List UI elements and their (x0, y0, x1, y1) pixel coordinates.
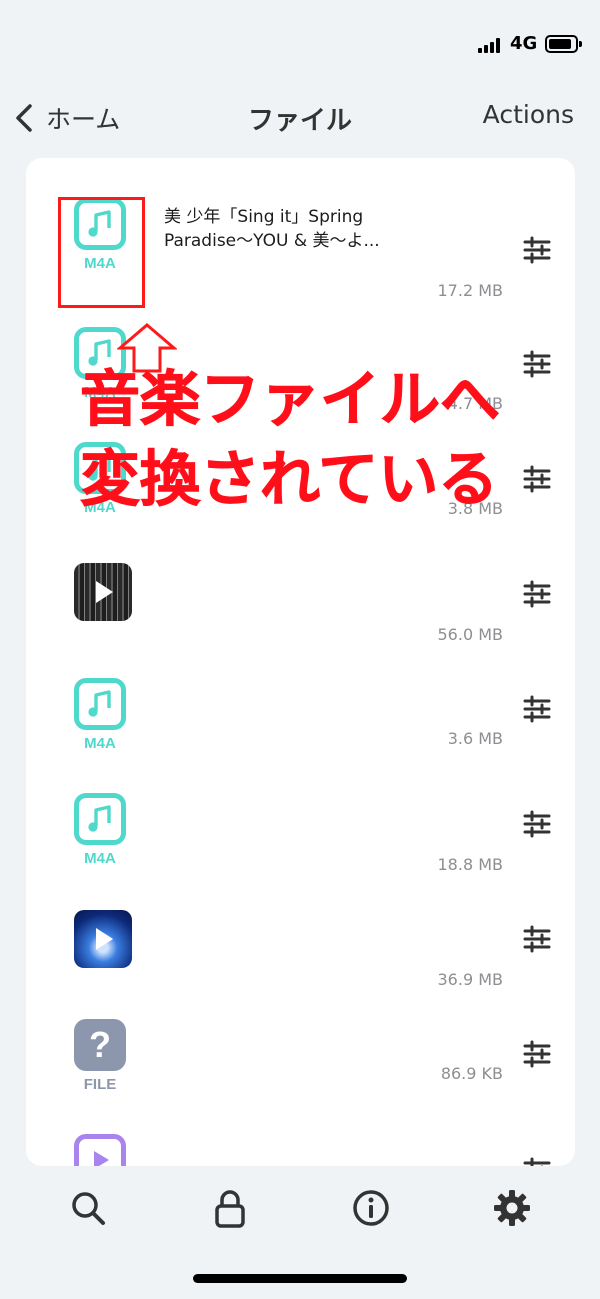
adjust-icon[interactable] (523, 695, 551, 723)
file-row[interactable]: M4A 3.6 MB (26, 668, 575, 783)
nav-bar: ホーム ファイル Actions (0, 88, 600, 148)
back-button[interactable]: ホーム (12, 96, 120, 140)
gear-icon[interactable] (492, 1188, 532, 1228)
file-row[interactable]: M4A 18.8 MB (26, 783, 575, 898)
video-file-icon (74, 1134, 130, 1166)
play-icon (94, 1151, 109, 1166)
signal-icon (478, 37, 504, 53)
m4a-file-icon: M4A (74, 793, 130, 867)
annotation-line-1: 音楽ファイルへ (80, 365, 501, 436)
file-row[interactable]: ? FILE 86.9 KB (26, 1014, 575, 1129)
chevron-left-icon (16, 104, 32, 132)
home-indicator[interactable] (193, 1274, 407, 1283)
video-thumbnail (74, 910, 132, 968)
network-label: 4G (510, 33, 538, 54)
play-icon (96, 581, 113, 603)
status-bar: 4G (0, 0, 600, 88)
adjust-icon[interactable] (523, 1040, 551, 1068)
lock-icon[interactable] (210, 1188, 250, 1228)
adjust-icon[interactable] (523, 580, 551, 608)
back-label: ホーム (46, 105, 121, 134)
adjust-icon[interactable] (523, 236, 551, 264)
battery-icon (545, 35, 582, 53)
annotation-line-2: 変換されている (80, 445, 499, 516)
m4a-file-icon: M4A (74, 678, 130, 752)
adjust-icon[interactable] (523, 925, 551, 953)
file-row[interactable]: 56.0 MB (26, 558, 575, 673)
file-row[interactable] (26, 1129, 575, 1166)
unknown-file-icon: ? FILE (74, 1019, 130, 1093)
video-thumbnail (74, 563, 132, 621)
file-name: 美 少年「Sing it」Spring Paradise〜YOU & 美〜よ..… (164, 207, 380, 251)
adjust-icon[interactable] (523, 465, 551, 493)
file-row[interactable]: 36.9 MB (26, 903, 575, 1018)
search-icon[interactable] (68, 1188, 108, 1228)
file-size: 18.8 MB (437, 855, 504, 874)
adjust-icon[interactable] (523, 810, 551, 838)
info-icon[interactable] (351, 1188, 391, 1228)
file-size: 86.9 KB (440, 1064, 503, 1083)
file-size: 56.0 MB (437, 625, 504, 644)
play-icon (96, 928, 113, 950)
adjust-icon[interactable] (523, 1157, 551, 1166)
file-size: 3.6 MB (447, 729, 503, 748)
file-size: 17.2 MB (437, 281, 504, 300)
adjust-icon[interactable] (523, 350, 551, 378)
highlight-box (58, 197, 145, 308)
file-size: 36.9 MB (437, 970, 504, 989)
file-list: M4A 美 少年「Sing it」Spring Paradise〜YOU & 美… (26, 158, 575, 1166)
annotation-text: 音楽ファイルへ 変換されている (80, 360, 501, 520)
actions-button[interactable]: Actions (483, 100, 574, 129)
question-icon: ? (74, 1019, 126, 1071)
